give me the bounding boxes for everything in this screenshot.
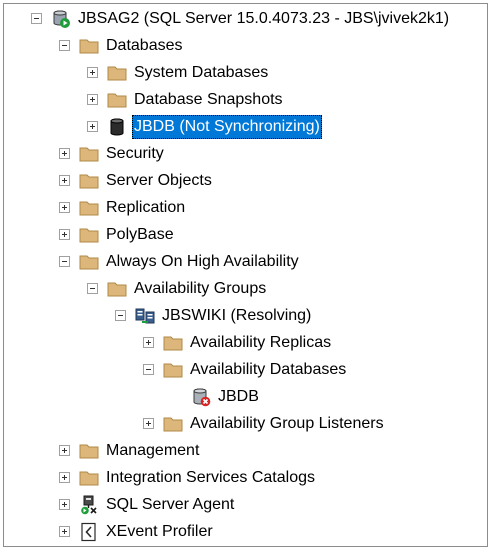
folder-icon — [79, 171, 99, 191]
folder-icon — [79, 468, 99, 488]
folder-icon — [79, 198, 99, 218]
tree-node-label[interactable]: Always On High Availability — [104, 250, 301, 274]
expand-toggle[interactable] — [143, 337, 154, 348]
expand-toggle[interactable] — [59, 148, 70, 159]
expand-toggle[interactable] — [59, 202, 70, 213]
object-explorer-tree: JBSAG2 (SQL Server 15.0.4073.23 - JBS\jv… — [3, 3, 488, 547]
folder-icon — [79, 36, 99, 56]
expand-toggle[interactable] — [59, 175, 70, 186]
tree-node-label[interactable]: SQL Server Agent — [104, 493, 236, 517]
expand-toggle[interactable] — [87, 94, 98, 105]
tree-node-label[interactable]: Availability Databases — [188, 358, 348, 382]
sql-agent-icon — [79, 495, 99, 515]
availability-group-icon — [135, 306, 155, 326]
xevent-profiler-icon — [79, 522, 99, 542]
tree-node-label[interactable]: JBSWIKI (Resolving) — [160, 304, 313, 328]
folder-icon — [79, 441, 99, 461]
folder-icon — [163, 360, 183, 380]
expand-toggle[interactable] — [87, 121, 98, 132]
folder-icon — [107, 279, 127, 299]
expand-toggle[interactable] — [143, 418, 154, 429]
expand-toggle[interactable] — [59, 445, 70, 456]
tree-node-label[interactable]: XEvent Profiler — [104, 520, 215, 544]
tree-node-label[interactable]: JBSAG2 (SQL Server 15.0.4073.23 - JBS\jv… — [76, 7, 451, 31]
folder-icon — [79, 225, 99, 245]
tree-node-label[interactable]: Security — [104, 142, 166, 166]
tree-node-label-selected[interactable]: JBDB (Not Synchronizing) — [132, 115, 322, 139]
tree-node-label[interactable]: System Databases — [132, 61, 270, 85]
collapse-toggle[interactable] — [59, 256, 70, 267]
server-connected-icon — [51, 9, 71, 29]
collapse-toggle[interactable] — [59, 40, 70, 51]
tree-node-label[interactable]: Replication — [104, 196, 187, 220]
tree-node-label[interactable]: Availability Replicas — [188, 331, 333, 355]
tree-node-label[interactable]: Availability Groups — [132, 277, 268, 301]
folder-icon — [79, 144, 99, 164]
collapse-toggle[interactable] — [87, 283, 98, 294]
expand-toggle[interactable] — [59, 499, 70, 510]
tree-node-label[interactable]: PolyBase — [104, 223, 176, 247]
collapse-toggle[interactable] — [143, 364, 154, 375]
database-error-icon — [191, 387, 211, 407]
folder-icon — [163, 333, 183, 353]
tree-node-label[interactable]: JBDB — [216, 385, 261, 409]
folder-icon — [107, 90, 127, 110]
tree-node-label[interactable]: Integration Services Catalogs — [104, 466, 317, 490]
collapse-toggle[interactable] — [115, 310, 126, 321]
tree-node-label[interactable]: Management — [104, 439, 201, 463]
tree-node-label[interactable]: Availability Group Listeners — [188, 412, 386, 436]
collapse-toggle[interactable] — [31, 13, 42, 24]
folder-icon — [107, 63, 127, 83]
expand-toggle[interactable] — [87, 67, 98, 78]
folder-icon — [79, 252, 99, 272]
tree-node-label[interactable]: Database Snapshots — [132, 88, 285, 112]
expand-toggle[interactable] — [59, 526, 70, 537]
tree-node-label[interactable]: Server Objects — [104, 169, 214, 193]
tree-node-label[interactable]: Databases — [104, 34, 185, 58]
expand-toggle[interactable] — [59, 229, 70, 240]
database-icon — [107, 117, 127, 137]
expand-toggle[interactable] — [59, 472, 70, 483]
folder-icon — [163, 414, 183, 434]
